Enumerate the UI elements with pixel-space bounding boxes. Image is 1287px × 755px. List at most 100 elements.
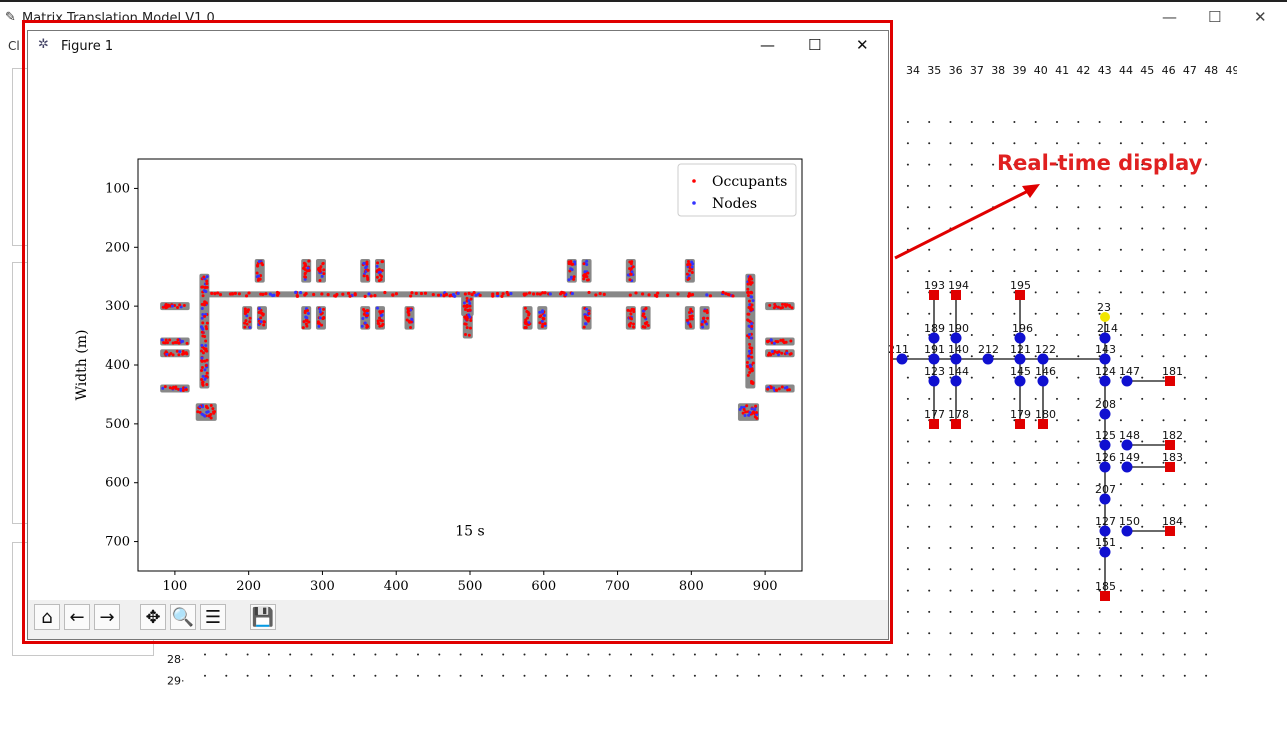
occupant-point [303, 311, 307, 315]
network-node-label: 184 [1162, 515, 1183, 528]
occupant-point [320, 323, 324, 327]
occupant-point [176, 338, 180, 342]
grid-row-label: 28· [167, 653, 185, 666]
occupant-point [200, 330, 204, 334]
occupant-point [746, 373, 750, 377]
node-point [747, 413, 751, 417]
node-point [362, 261, 366, 265]
occupant-point [301, 326, 305, 330]
forward-arrow-icon[interactable]: → [94, 604, 120, 630]
occupant-point [467, 333, 471, 337]
occupant-point [687, 311, 691, 315]
node-point [665, 293, 670, 297]
occupant-point [176, 306, 180, 310]
occupant-point [376, 319, 380, 323]
node-point [468, 315, 472, 319]
node-point [320, 274, 324, 278]
occupant-point [375, 275, 379, 279]
occupant-point [200, 359, 204, 363]
occupant-point [465, 326, 469, 330]
occupant-point [307, 259, 311, 263]
main-maximize-button[interactable]: ☐ [1208, 8, 1221, 26]
occupant-point [259, 292, 263, 296]
occupant-point [346, 291, 351, 295]
configure-subplots-icon[interactable]: ☰ [200, 604, 226, 630]
occupant-point [478, 293, 482, 298]
network-node-label: 121 [1010, 343, 1031, 356]
occupant-point [262, 320, 266, 324]
occupant-point [419, 291, 424, 296]
node-point [205, 275, 209, 279]
occupant-point [175, 349, 179, 353]
node-point [538, 292, 542, 296]
occupant-point [465, 318, 469, 322]
occupant-point [582, 262, 586, 266]
x-tick-label: 800 [679, 579, 704, 594]
network-node-label: 178 [948, 408, 969, 421]
occupant-point [256, 264, 260, 268]
occupant-point [213, 292, 217, 296]
node-point [541, 309, 545, 313]
occupant-point [560, 290, 564, 295]
occupant-point [200, 378, 204, 382]
occupant-point [431, 292, 435, 297]
occupant-point [686, 259, 690, 263]
node-point [378, 270, 382, 274]
node-point [202, 289, 206, 293]
occupant-point [690, 317, 694, 321]
network-node-label: 140 [948, 343, 969, 356]
figure-titlebar[interactable]: ✲ Figure 1 — ☐ ✕ [28, 31, 888, 61]
occupant-point [628, 278, 632, 282]
figure-minimize-button[interactable]: — [760, 36, 775, 54]
save-icon[interactable]: 💾 [250, 604, 276, 630]
node-point [230, 292, 234, 296]
occupant-point [587, 290, 591, 295]
main-minimize-button[interactable]: — [1162, 8, 1177, 26]
occupant-point [688, 269, 692, 273]
occupant-point [768, 303, 772, 307]
figure-maximize-button[interactable]: ☐ [808, 36, 821, 54]
network-node-label: 214 [1097, 322, 1118, 335]
occupant-point [184, 388, 188, 392]
node-point [573, 260, 577, 264]
node-point [750, 295, 754, 299]
pan-icon[interactable]: ✥ [140, 604, 166, 630]
occupant-point [631, 265, 635, 269]
occupant-point [746, 365, 750, 369]
node-point [160, 338, 164, 342]
occupant-point [164, 338, 168, 342]
time-label: 15 s [455, 524, 484, 540]
network-node-label: 196 [1012, 322, 1033, 335]
main-close-button[interactable]: ✕ [1254, 8, 1267, 26]
occupant-point [201, 382, 205, 386]
occupant-point [750, 303, 754, 307]
occupant-point [322, 307, 326, 311]
occupant-point [205, 279, 209, 283]
node-point [363, 321, 367, 325]
occupant-point [629, 312, 633, 316]
occupant-point [202, 303, 206, 307]
occupant-point [365, 309, 369, 313]
occupant-point [233, 291, 237, 295]
occupant-point [747, 312, 751, 316]
occupant-point [527, 313, 531, 317]
occupant-point [741, 411, 745, 415]
y-tick-label: 400 [105, 358, 130, 373]
menu-item-clear[interactable]: Cl [8, 39, 20, 53]
node-point [748, 410, 752, 414]
occupant-point [163, 341, 167, 345]
occupant-point [685, 272, 689, 276]
back-arrow-icon[interactable]: ← [64, 604, 90, 630]
node-point [275, 293, 280, 297]
home-icon[interactable]: ⌂ [34, 604, 60, 630]
node-point [364, 266, 368, 270]
occupant-point [423, 291, 428, 295]
zoom-icon[interactable]: 🔍 [170, 604, 196, 630]
figure-close-button[interactable]: ✕ [856, 36, 869, 54]
network-node-label: 125 [1095, 429, 1116, 442]
legend-marker [692, 201, 696, 205]
occupant-point [705, 311, 709, 315]
grid-row-label: 29· [167, 674, 185, 687]
network-node-label: 144 [948, 365, 969, 378]
node-point [785, 351, 789, 355]
